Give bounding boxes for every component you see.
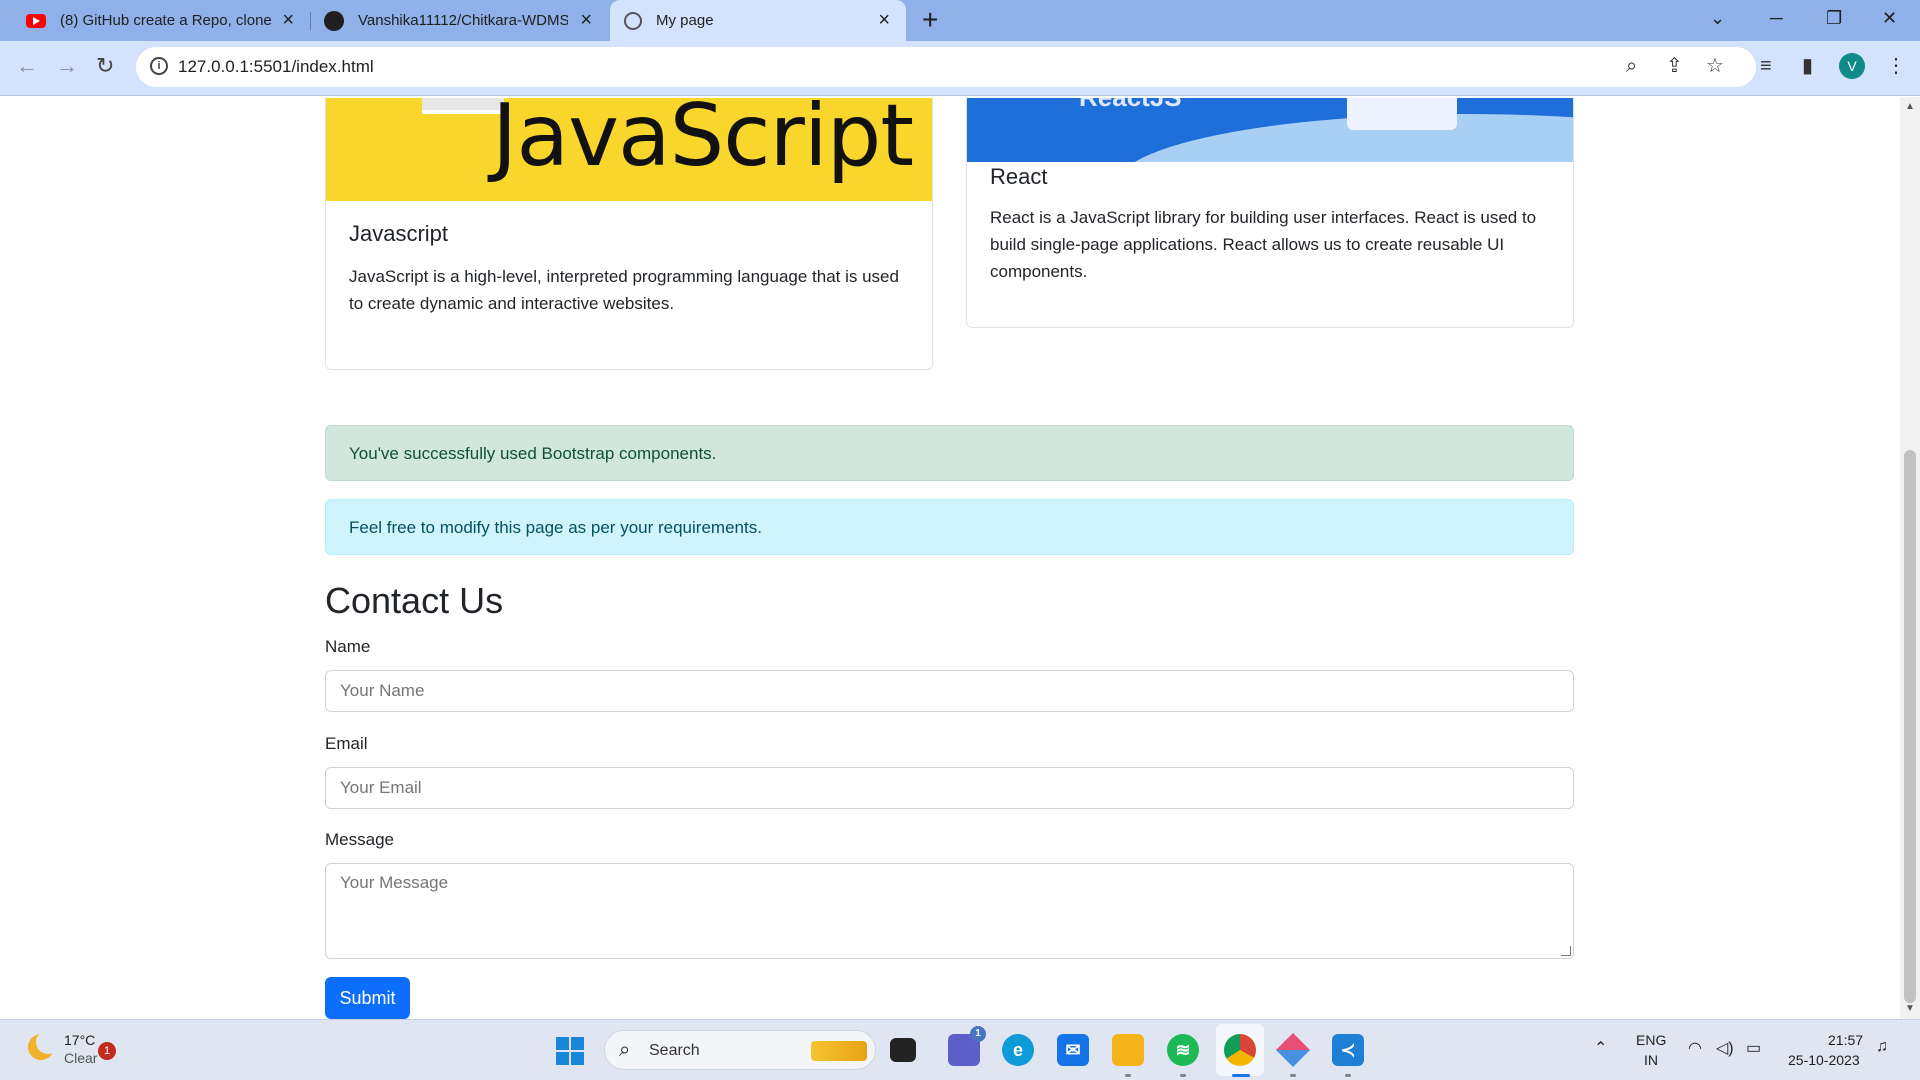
task-view-icon[interactable] (890, 1038, 916, 1062)
address-bar[interactable]: i 127.0.0.1:5501/index.html ⌕ ⇪ ☆ (136, 47, 1756, 87)
tab-search-icon[interactable]: ⌄ (1710, 8, 1725, 29)
page-scrollbar[interactable]: ▲ ▼ (1900, 97, 1920, 1019)
windows-taskbar: 17°C Clear 1 ⌕ Search 1 e ✉ ≋ ≺ ⌃ ENG IN… (0, 1019, 1920, 1080)
scroll-up-icon[interactable]: ▲ (1905, 101, 1915, 112)
zoom-icon[interactable]: ⌕ (1626, 55, 1637, 77)
weather-widget[interactable]: 17°C Clear 1 (0, 1020, 120, 1080)
address-url[interactable]: 127.0.0.1:5501/index.html (178, 57, 374, 77)
language-line1[interactable]: ENG (1636, 1032, 1666, 1048)
running-indicator (1125, 1074, 1131, 1077)
card-image-react: ReactJS (967, 98, 1573, 162)
taskbar-search[interactable]: ⌕ Search (604, 1030, 876, 1070)
alert-text: You've successfully used Bootstrap compo… (349, 444, 717, 463)
tab-title: (8) GitHub create a Repo, clone (60, 12, 272, 29)
contact-heading: Contact Us (325, 580, 504, 621)
weather-desc: Clear (64, 1050, 98, 1066)
message-textarea[interactable] (325, 863, 1574, 959)
close-tab-icon[interactable]: × (282, 10, 294, 30)
scrollbar-thumb[interactable] (1904, 450, 1916, 1003)
notification-badge: 1 (98, 1042, 116, 1060)
card-text: React is a JavaScript library for buildi… (990, 208, 1537, 281)
back-button[interactable]: ← (16, 54, 38, 78)
youtube-icon (26, 13, 46, 28)
resize-handle-icon[interactable] (1561, 946, 1571, 956)
card-title: React (990, 164, 1048, 189)
spotify-icon[interactable]: ≋ (1167, 1034, 1199, 1066)
weather-temp: 17°C (64, 1032, 96, 1048)
tab-github[interactable]: Vanshika11112/Chitkara-WDMS × (310, 0, 608, 41)
tab-youtube[interactable]: (8) GitHub create a Repo, clone × (0, 0, 311, 41)
chrome-icon[interactable] (1224, 1034, 1256, 1066)
search-label: Search (649, 1042, 700, 1059)
wifi-icon[interactable]: ◠ (1688, 1038, 1702, 1058)
tab-my-page[interactable]: My page × (610, 0, 906, 41)
name-label: Name (325, 637, 371, 656)
github-icon (324, 10, 344, 31)
tab-title: My page (656, 12, 714, 29)
card-image-text: JavaScript (492, 97, 914, 186)
page-viewport: JavaScript Javascript JavaScript is a hi… (0, 97, 1900, 1019)
minimize-button[interactable]: ─ (1770, 8, 1783, 29)
browser-tab-bar: (8) GitHub create a Repo, clone × Vanshi… (0, 0, 1920, 41)
browser-toolbar: ← → ↻ i 127.0.0.1:5501/index.html ⌕ ⇪ ☆ … (0, 41, 1920, 96)
language-line2[interactable]: IN (1644, 1052, 1658, 1068)
close-window-button[interactable]: ✕ (1882, 8, 1897, 29)
file-explorer-icon[interactable] (1112, 1034, 1144, 1066)
site-info-icon[interactable]: i (150, 57, 168, 75)
card-react: ReactJS React React is a JavaScript libr… (966, 97, 1574, 328)
restore-button[interactable]: ❐ (1826, 8, 1842, 29)
teams-icon[interactable]: 1 (948, 1026, 986, 1066)
bookmark-star-icon[interactable]: ☆ (1706, 55, 1724, 77)
message-label: Message (325, 830, 394, 849)
search-icon: ⌕ (619, 1039, 631, 1061)
moon-icon (28, 1030, 60, 1060)
globe-icon (624, 11, 642, 30)
vscode-icon[interactable]: ≺ (1332, 1034, 1364, 1066)
share-icon[interactable]: ⇪ (1666, 55, 1683, 77)
side-panel-icon[interactable]: ▮ (1802, 55, 1813, 77)
edge-icon[interactable]: e (1002, 1034, 1034, 1066)
git-shape (1276, 1033, 1310, 1067)
notification-bell-icon[interactable]: ♫ (1876, 1038, 1888, 1056)
card-title: Javascript (349, 221, 449, 246)
running-indicator (1290, 1074, 1296, 1077)
card-image-text: ReactJS (1079, 98, 1182, 113)
image-decoration (1117, 114, 1573, 162)
alert-text: Feel free to modify this page as per you… (349, 518, 762, 537)
git-icon[interactable] (1276, 1033, 1310, 1067)
active-indicator (1232, 1074, 1250, 1077)
chevron-up-icon[interactable]: ⌃ (1594, 1038, 1607, 1058)
reading-list-icon[interactable]: ≡ (1760, 55, 1772, 77)
start-windows-icon[interactable] (556, 1037, 584, 1065)
clock-time[interactable]: 21:57 (1828, 1032, 1863, 1048)
battery-icon[interactable]: ▭ (1746, 1038, 1761, 1058)
card-image-javascript: JavaScript (326, 97, 932, 201)
close-tab-icon[interactable]: × (580, 10, 592, 30)
clock-date[interactable]: 25-10-2023 (1788, 1052, 1860, 1068)
menu-kebab-icon[interactable]: ⋮ (1886, 55, 1906, 77)
name-input[interactable] (325, 670, 1574, 712)
forward-button[interactable]: → (56, 54, 78, 78)
close-tab-icon[interactable]: × (878, 10, 890, 30)
teams-badge: 1 (970, 1026, 986, 1042)
reload-button[interactable]: ↻ (96, 54, 114, 78)
submit-button[interactable]: Submit (325, 977, 410, 1019)
image-decoration (1347, 98, 1457, 130)
new-tab-button[interactable]: + (922, 6, 938, 34)
profile-avatar[interactable]: V (1839, 53, 1865, 79)
mail-icon[interactable]: ✉ (1057, 1034, 1089, 1066)
running-indicator (1180, 1074, 1186, 1077)
card-javascript: JavaScript Javascript JavaScript is a hi… (325, 97, 933, 370)
email-input[interactable] (325, 767, 1574, 809)
tab-title: Vanshika11112/Chitkara-WDMS (358, 12, 568, 29)
scroll-down-icon[interactable]: ▼ (1905, 1003, 1915, 1014)
card-text: JavaScript is a high-level, interpreted … (349, 267, 899, 313)
search-highlight-icon (811, 1041, 867, 1061)
message-field-wrapper (325, 863, 1574, 959)
email-label: Email (325, 734, 368, 753)
running-indicator (1345, 1074, 1351, 1077)
success-alert: You've successfully used Bootstrap compo… (325, 425, 1574, 481)
info-alert: Feel free to modify this page as per you… (325, 499, 1574, 555)
volume-icon[interactable]: ◁) (1716, 1038, 1734, 1058)
